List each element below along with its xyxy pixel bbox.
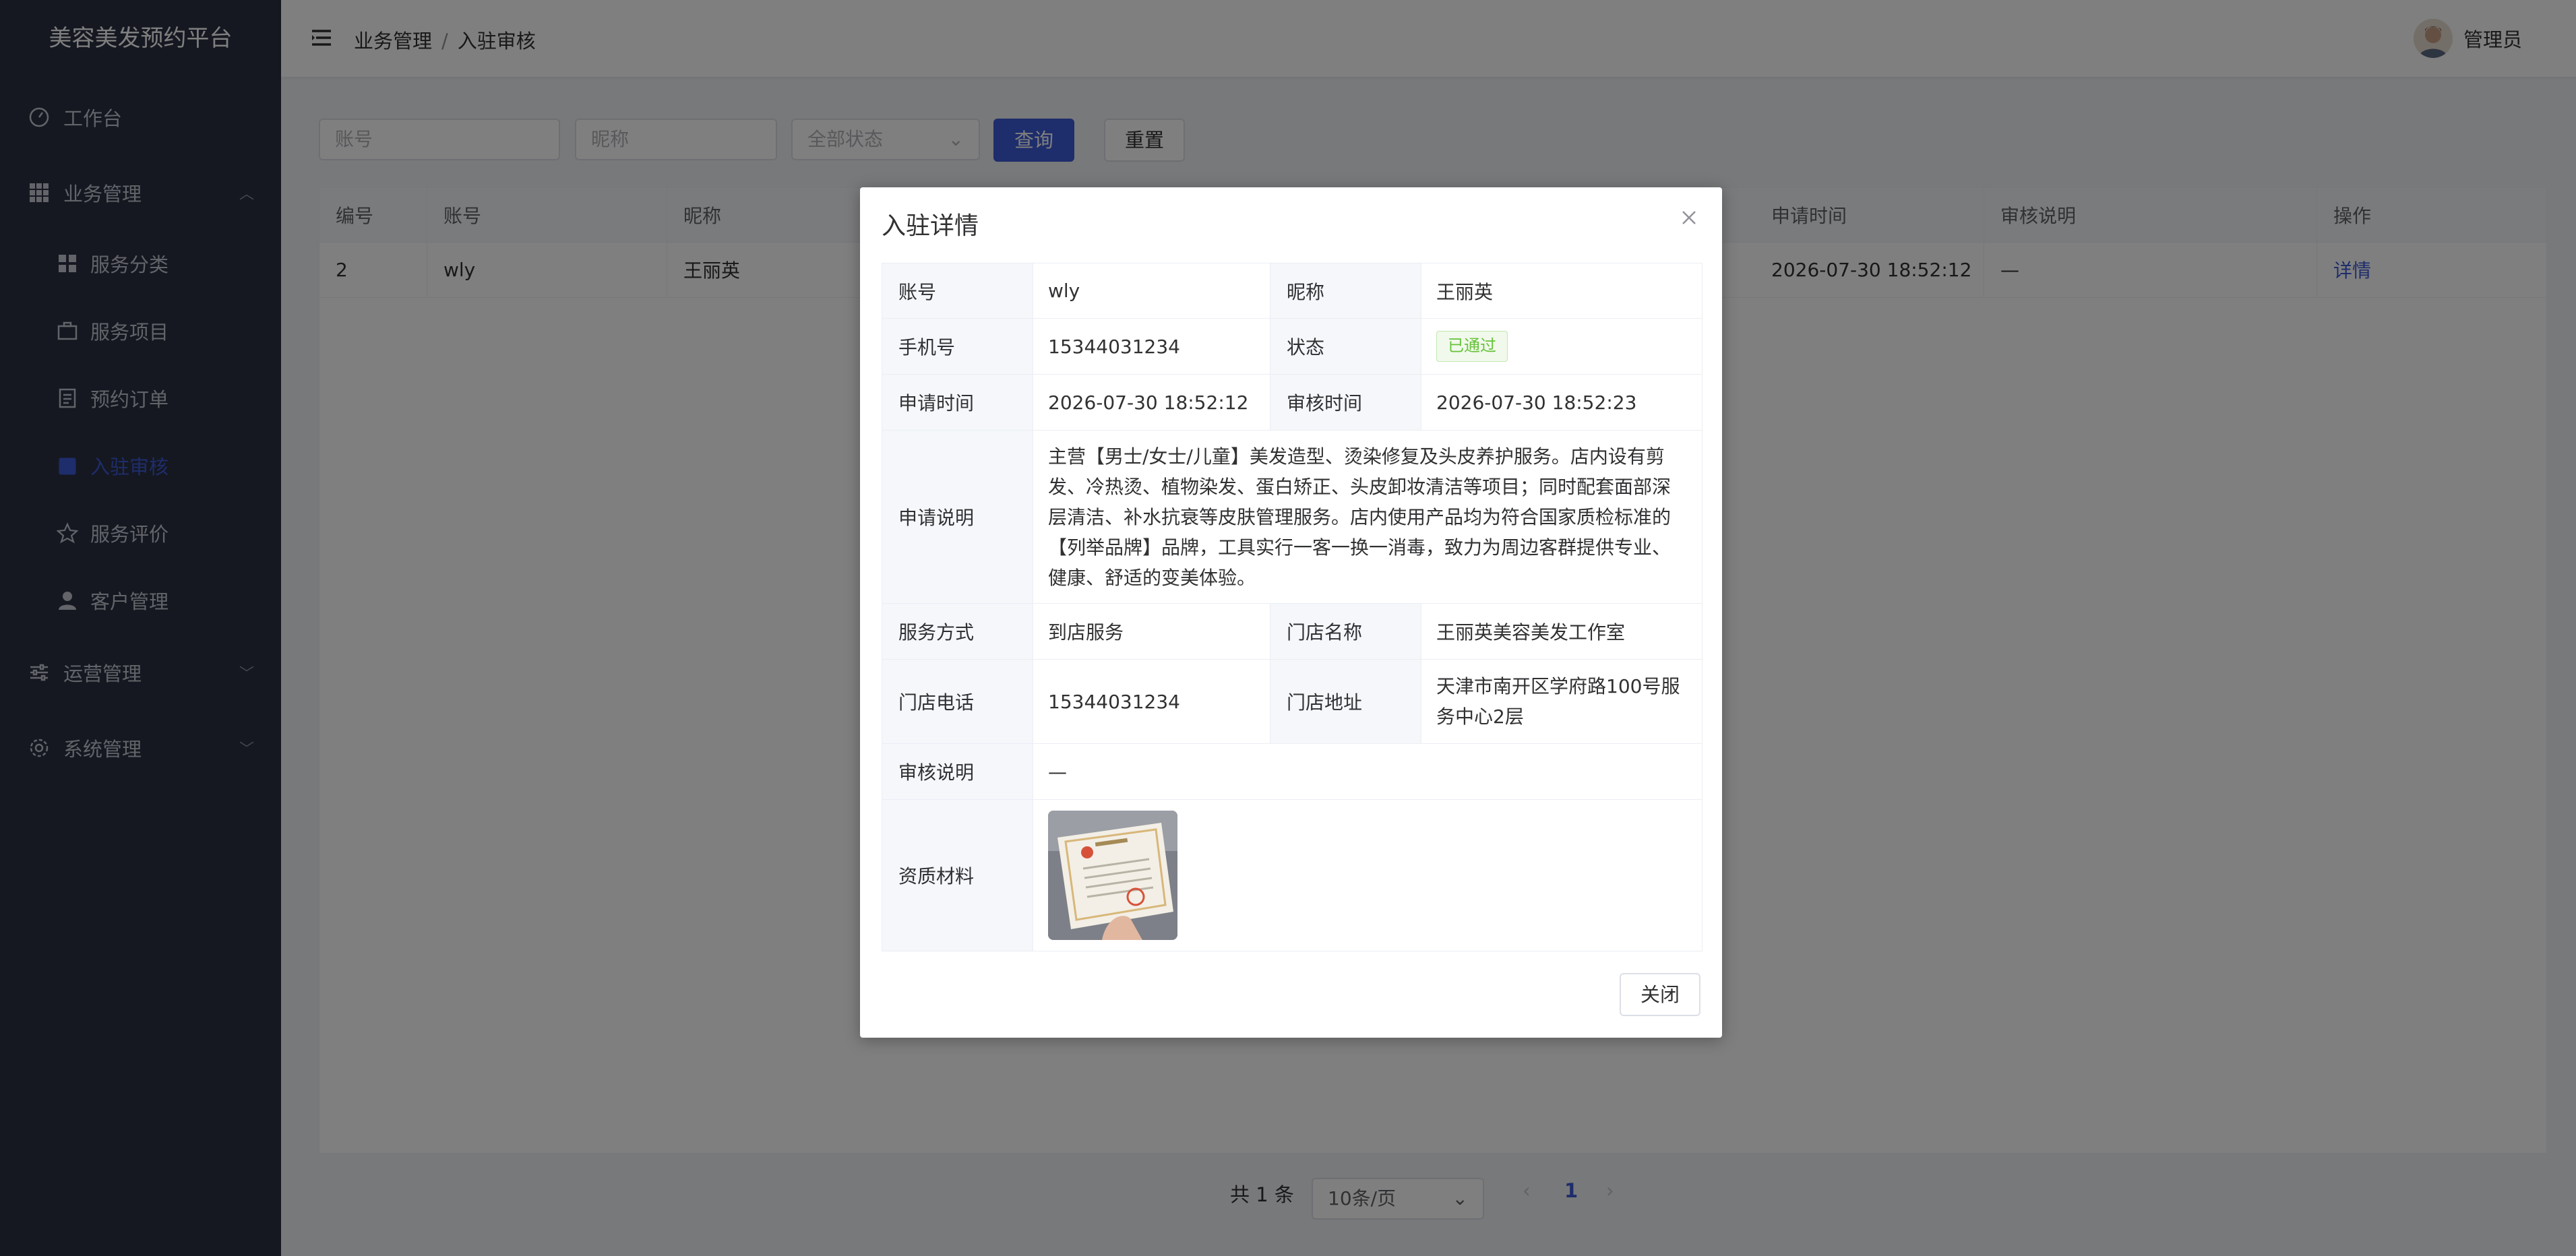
- detail-row: 账号 wly 昵称 王丽英: [882, 263, 1702, 319]
- review-time-value: 2026-07-30 18:52:23: [1436, 391, 1637, 414]
- detail-descriptions: 账号 wly 昵称 王丽英 手机号 15344031234 状态 已通过 申请时…: [882, 263, 1703, 951]
- phone-value: 15344031234: [1033, 319, 1270, 374]
- nickname-value: 王丽英: [1436, 280, 1494, 303]
- review-note-label: 审核说明: [882, 744, 1033, 799]
- account-value: wly: [1033, 263, 1270, 318]
- service-mode-label: 服务方式: [882, 604, 1033, 659]
- detail-row: 手机号 15344031234 状态 已通过: [882, 319, 1702, 375]
- store-name-label: 门店名称: [1270, 604, 1421, 659]
- review-time-label: 审核时间: [1270, 375, 1421, 430]
- apply-time-value: 2026-07-30 18:52:12: [1033, 375, 1270, 430]
- account-label: 账号: [882, 263, 1033, 318]
- store-phone-value: 15344031234: [1033, 660, 1270, 743]
- store-name-value: 王丽英美容美发工作室: [1436, 621, 1626, 643]
- nickname-label: 昵称: [1270, 263, 1421, 318]
- apply-time-label: 申请时间: [882, 375, 1033, 430]
- status-badge: 已通过: [1436, 331, 1508, 362]
- dialog-title: 入驻详情: [882, 212, 979, 240]
- detail-row: 审核说明 —: [882, 744, 1702, 800]
- onboarding-detail-dialog: 入驻详情 账号 wly 昵称 王丽英 手机号 15344031234 状态 已通…: [860, 187, 1722, 1038]
- service-mode-value: 到店服务: [1033, 604, 1270, 659]
- description-value: 主营【男士/女士/儿童】美发造型、烫染修复及头皮养护服务。店内设有剪发、冷热烫、…: [1048, 445, 1672, 589]
- detail-row: 服务方式 到店服务 门店名称 王丽英美容美发工作室: [882, 604, 1702, 660]
- detail-row: 门店电话 15344031234 门店地址 天津市南开区学府路100号服务中心2…: [882, 660, 1702, 744]
- materials-cell: [1033, 800, 1702, 951]
- certificate-image[interactable]: [1048, 811, 1177, 940]
- status-label: 状态: [1270, 319, 1421, 374]
- close-icon[interactable]: [1679, 208, 1699, 228]
- detail-row: 申请说明 主营【男士/女士/儿童】美发造型、烫染修复及头皮养护服务。店内设有剪发…: [882, 431, 1702, 604]
- phone-label: 手机号: [882, 319, 1033, 374]
- detail-row: 申请时间 2026-07-30 18:52:12 审核时间 2026-07-30…: [882, 375, 1702, 431]
- store-address-value: 天津市南开区学府路100号服务中心2层: [1436, 675, 1680, 728]
- store-address-label: 门店地址: [1270, 660, 1421, 743]
- status-cell: 已通过: [1421, 319, 1702, 374]
- description-label: 申请说明: [882, 431, 1033, 603]
- close-button[interactable]: 关闭: [1620, 973, 1700, 1016]
- review-note-value: —: [1048, 760, 1067, 783]
- detail-row: 资质材料: [882, 800, 1702, 951]
- materials-label: 资质材料: [882, 800, 1033, 951]
- store-phone-label: 门店电话: [882, 660, 1033, 743]
